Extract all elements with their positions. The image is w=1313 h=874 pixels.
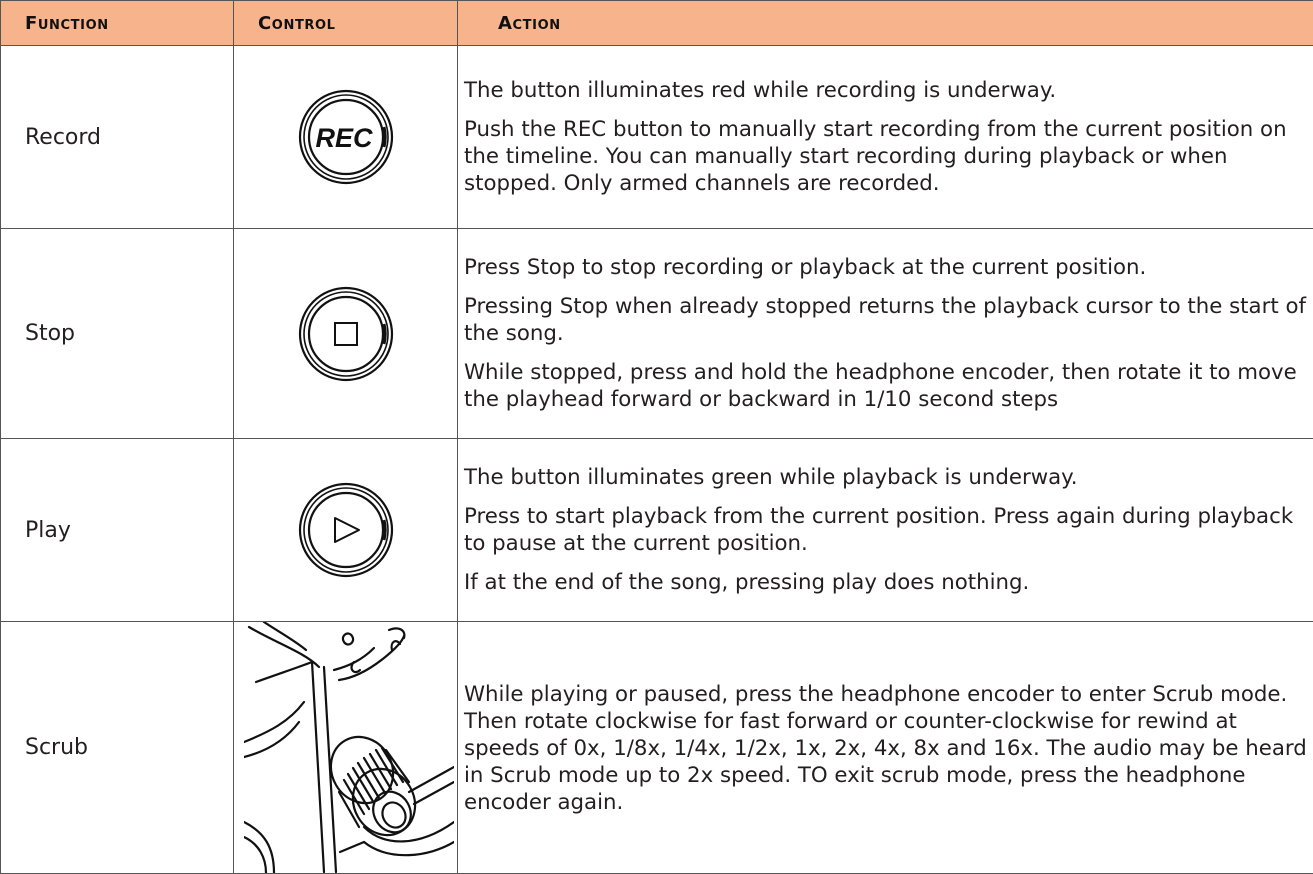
function-cell: Play [1, 439, 234, 622]
control-cell [234, 622, 458, 874]
action-cell: Press Stop to stop recording or playback… [458, 229, 1313, 439]
action-text: The button illuminates red while recordi… [464, 77, 1307, 104]
action-text: Press to start playback from the current… [464, 503, 1307, 557]
header-action: Action [458, 1, 1313, 46]
function-cell: Scrub [1, 622, 234, 874]
rec-button-label: REC [315, 123, 373, 153]
action-text: Press Stop to stop recording or playback… [464, 254, 1307, 281]
header-control: Control [234, 1, 458, 46]
table-header-row: Function Control Action [1, 1, 1313, 46]
action-cell: While playing or paused, press the headp… [458, 622, 1313, 874]
control-cell [234, 439, 458, 622]
action-text: Pressing Stop when already stopped retur… [464, 293, 1307, 347]
rec-button-icon: REC [296, 87, 396, 187]
transport-controls-table: Function Control Action Record REC The b… [0, 0, 1313, 874]
control-cell [234, 229, 458, 439]
action-cell: The button illuminates green while playb… [458, 439, 1313, 622]
action-text: If at the end of the song, pressing play… [464, 569, 1307, 596]
function-cell: Record [1, 46, 234, 229]
function-cell: Stop [1, 229, 234, 439]
action-text: While playing or paused, press the headp… [464, 681, 1307, 816]
action-text: Push the REC button to manually start re… [464, 116, 1307, 197]
play-button-icon [296, 480, 396, 580]
action-text: The button illuminates green while playb… [464, 464, 1307, 491]
action-text: While stopped, press and hold the headph… [464, 359, 1307, 413]
table-row-play: Play The button illuminates green while … [1, 439, 1313, 622]
action-cell: The button illuminates red while recordi… [458, 46, 1313, 229]
table-row-stop: Stop Press Stop to stop recording or pla… [1, 229, 1313, 439]
stop-button-icon [296, 284, 396, 384]
header-function: Function [1, 1, 234, 46]
headphone-encoder-knob-icon [244, 622, 454, 873]
control-cell: REC [234, 46, 458, 229]
table-row-record: Record REC The button illuminates red wh… [1, 46, 1313, 229]
table-row-scrub: Scrub [1, 622, 1313, 874]
